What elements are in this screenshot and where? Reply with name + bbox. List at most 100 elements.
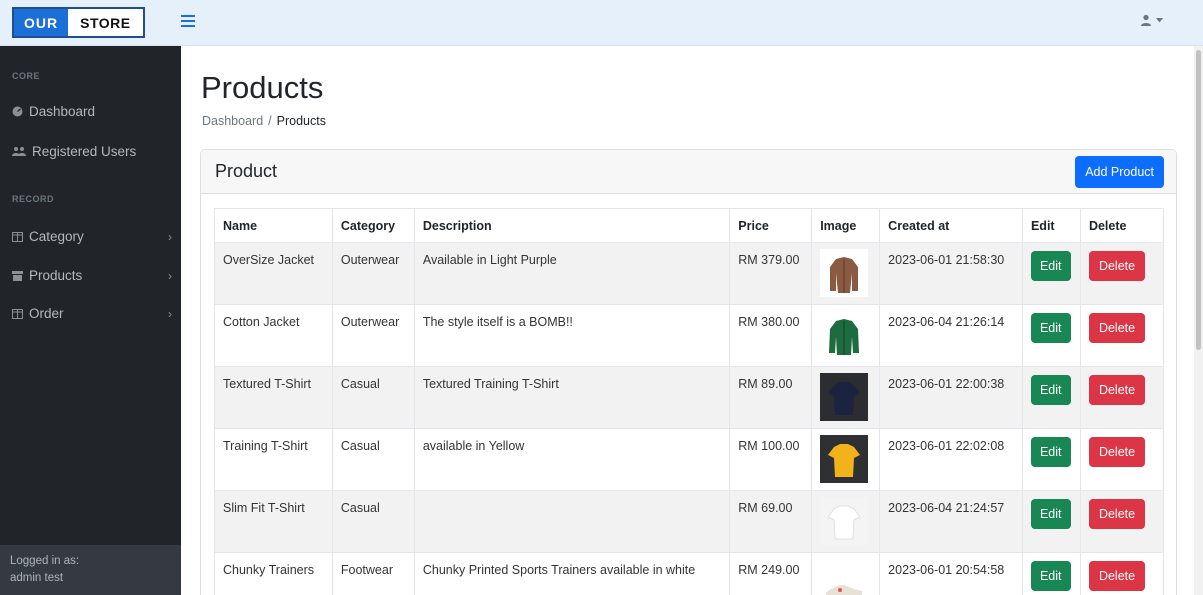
add-product-button[interactable]: Add Product — [1075, 156, 1164, 188]
cell-created-at: 2023-06-01 20:54:58 — [879, 552, 1023, 595]
columns-icon — [12, 231, 23, 242]
cell-category: Casual — [331, 366, 415, 429]
cell-price: RM 100.00 — [729, 428, 813, 491]
cell-category: Footwear — [331, 552, 415, 595]
edit-button[interactable]: Edit — [1030, 561, 1071, 591]
white-tshirt-image — [820, 497, 869, 545]
cell-delete: Delete — [1079, 304, 1165, 367]
column-header-name: Name — [214, 208, 333, 243]
column-header-edit: Edit — [1021, 208, 1081, 243]
column-header-created-at: Created at — [879, 208, 1023, 243]
cell-category: Outerwear — [331, 242, 415, 305]
cell-description: Chunky Printed Sports Trainers available… — [413, 552, 731, 595]
sidebar-heading-core: CORE — [12, 71, 41, 81]
cell-category: Casual — [331, 490, 415, 553]
table-row: Textured T-Shirt Casual Textured Trainin… — [214, 366, 1165, 429]
cell-price: RM 379.00 — [729, 242, 813, 305]
breadcrumb-current: Products — [276, 114, 326, 128]
sidebar-item-order[interactable]: Order › — [12, 306, 172, 321]
cell-description: available in Yellow — [413, 428, 731, 491]
sidebar-item-label: Products — [29, 268, 83, 283]
column-header-price: Price — [729, 208, 813, 243]
sidebar-item-label: Order — [29, 306, 64, 321]
cell-image — [811, 490, 881, 553]
cell-edit: Edit — [1021, 552, 1081, 595]
columns-icon — [12, 308, 23, 319]
cell-name: OverSize Jacket — [214, 242, 333, 305]
cell-name: Cotton Jacket — [214, 304, 333, 367]
sidebar-item-dashboard[interactable]: Dashboard — [12, 104, 172, 119]
sidebar-item-category[interactable]: Category › — [12, 229, 172, 244]
cell-created-at: 2023-06-01 22:00:38 — [879, 366, 1023, 429]
cell-description — [413, 490, 731, 553]
sidebar-item-registered-users[interactable]: Registered Users — [12, 144, 172, 159]
sidebar-footer: Logged in as: admin test — [0, 545, 181, 595]
cell-image — [811, 428, 881, 491]
card-header: Product Add Product — [201, 150, 1176, 194]
cell-created-at: 2023-06-01 21:58:30 — [879, 242, 1023, 305]
edit-button[interactable]: Edit — [1030, 313, 1071, 343]
cell-name: Chunky Trainers — [214, 552, 333, 595]
delete-button[interactable]: Delete — [1088, 313, 1146, 343]
cell-edit: Edit — [1021, 490, 1081, 553]
column-header-image: Image — [811, 208, 881, 243]
cell-name: Slim Fit T-Shirt — [214, 490, 333, 553]
table-row: OverSize Jacket Outerwear Available in L… — [214, 242, 1165, 305]
cell-delete: Delete — [1079, 366, 1165, 429]
navy-tshirt-image — [820, 373, 869, 421]
page-title: Products — [201, 70, 324, 105]
edit-button[interactable]: Edit — [1030, 251, 1071, 281]
cell-category: Outerwear — [331, 304, 415, 367]
main-content: Products Dashboard / Products Product Add … — [181, 46, 1194, 595]
cell-created-at: 2023-06-04 21:24:57 — [879, 490, 1023, 553]
sidebar-item-label: Dashboard — [29, 104, 96, 119]
cell-delete: Delete — [1079, 552, 1165, 595]
cell-image — [811, 366, 881, 429]
table-header-row: Name Category Description Price Image Cr… — [214, 208, 1165, 243]
brand-part-2: STORE — [80, 14, 131, 31]
card-title: Product — [215, 161, 278, 181]
cell-price: RM 89.00 — [729, 366, 813, 429]
chevron-right-icon: › — [168, 306, 172, 321]
delete-button[interactable]: Delete — [1088, 375, 1146, 405]
cell-edit: Edit — [1021, 304, 1081, 367]
chevron-right-icon: › — [168, 229, 172, 244]
column-header-category: Category — [331, 208, 415, 243]
brand-logo[interactable]: OUR STORE — [12, 7, 145, 38]
delete-button[interactable]: Delete — [1088, 561, 1146, 591]
page-scrollbar[interactable] — [1194, 46, 1203, 595]
cell-created-at: 2023-06-01 22:02:08 — [879, 428, 1023, 491]
logged-in-user: admin test — [10, 572, 64, 584]
edit-button[interactable]: Edit — [1030, 499, 1071, 529]
sidebar-item-products[interactable]: Products › — [12, 268, 172, 283]
breadcrumb-parent[interactable]: Dashboard — [202, 114, 263, 128]
products-icon — [12, 270, 23, 281]
sidebar-toggle-icon[interactable] — [181, 15, 195, 29]
user-menu[interactable] — [1140, 14, 1163, 26]
white-sneaker-image — [820, 559, 869, 595]
products-table: Name Category Description Price Image Cr… — [214, 208, 1165, 595]
cell-image — [811, 242, 881, 305]
delete-button[interactable]: Delete — [1088, 499, 1146, 529]
cell-delete: Delete — [1079, 242, 1165, 305]
breadcrumb: Dashboard / Products — [202, 114, 326, 128]
yellow-tshirt-image — [820, 435, 869, 483]
cell-name: Textured T-Shirt — [214, 366, 333, 429]
cell-price: RM 380.00 — [729, 304, 813, 367]
table-row: Chunky Trainers Footwear Chunky Printed … — [214, 552, 1165, 595]
edit-button[interactable]: Edit — [1030, 437, 1071, 467]
cell-name: Training T-Shirt — [214, 428, 333, 491]
delete-button[interactable]: Delete — [1088, 437, 1146, 467]
cell-description: Available in Light Purple — [413, 242, 731, 305]
cell-created-at: 2023-06-04 21:26:14 — [879, 304, 1023, 367]
scrollbar-thumb[interactable] — [1196, 50, 1201, 350]
delete-button[interactable]: Delete — [1088, 251, 1146, 281]
table-row: Slim Fit T-Shirt Casual RM 69.00 2023-06… — [214, 490, 1165, 553]
edit-button[interactable]: Edit — [1030, 375, 1071, 405]
table-row: Training T-Shirt Casual available in Yel… — [214, 428, 1165, 491]
top-navbar: OUR STORE — [0, 0, 1203, 46]
green-jacket-image — [820, 311, 869, 359]
cell-image — [811, 552, 881, 595]
cell-delete: Delete — [1079, 490, 1165, 553]
user-icon — [1141, 14, 1151, 26]
